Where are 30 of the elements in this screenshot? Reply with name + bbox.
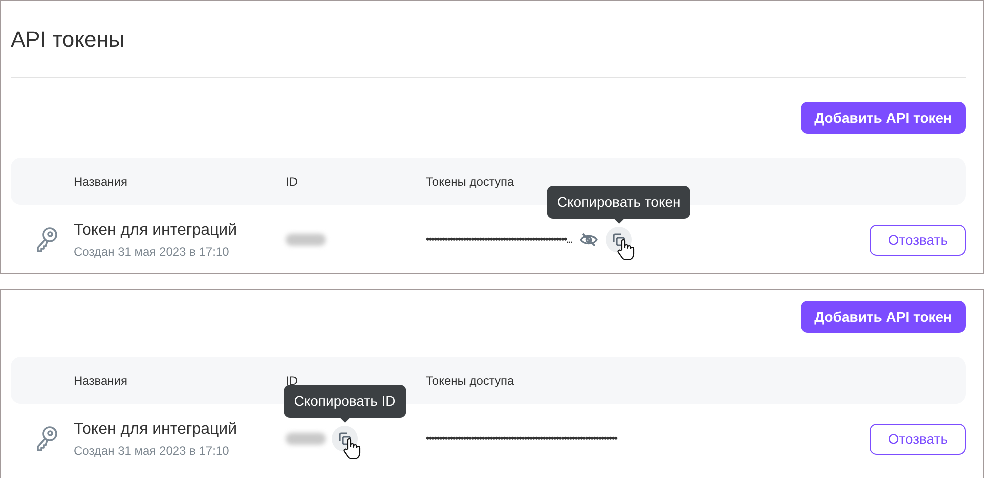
column-header: Токены доступа — [426, 174, 516, 188]
column-header: Названия — [74, 374, 128, 388]
copy-icon — [612, 233, 626, 247]
revoke-button[interactable]: Отозвать — [870, 224, 966, 256]
key-icon — [36, 426, 58, 452]
hidden-eye-icon[interactable] — [580, 233, 598, 247]
hand-cursor-icon — [617, 239, 636, 261]
tooltip-pointer — [614, 219, 624, 224]
token-name: Токен для интеграций — [74, 222, 238, 240]
column-header: ID — [286, 174, 299, 188]
column-header: ID — [286, 374, 299, 388]
column-header: Токены доступа — [426, 374, 516, 388]
blurred-id — [286, 433, 326, 445]
revoke-button[interactable]: Отозвать — [870, 424, 966, 454]
copy-icon — [338, 432, 352, 446]
page-title: API токены — [11, 27, 126, 53]
tooltip: Скопировать ID — [284, 385, 406, 418]
masked-token: •••••••••••••••••••••••••••••••••••••••••••••••••••••... — [426, 234, 572, 246]
hand-cursor-icon — [343, 438, 361, 460]
created-date: Создан 31 мая 2023 в 17:10 — [74, 444, 230, 458]
add-token-button[interactable]: Добавить API токен — [800, 301, 966, 333]
column-header: Названия — [74, 174, 128, 188]
tooltip-pointer — [340, 418, 350, 423]
tooltip: Скопировать токен — [547, 186, 691, 219]
key-icon — [36, 227, 58, 253]
add-token-button[interactable]: Добавить API токен — [800, 102, 966, 134]
created-date: Создан 31 мая 2023 в 17:10 — [74, 244, 230, 258]
blurred-id — [286, 234, 326, 246]
token-name: Токен для интеграций — [74, 420, 238, 438]
masked-token: •••••••••••••••••••••••••••••••••••••••••••••••••••••••••••••••••••••••• — [426, 433, 617, 445]
